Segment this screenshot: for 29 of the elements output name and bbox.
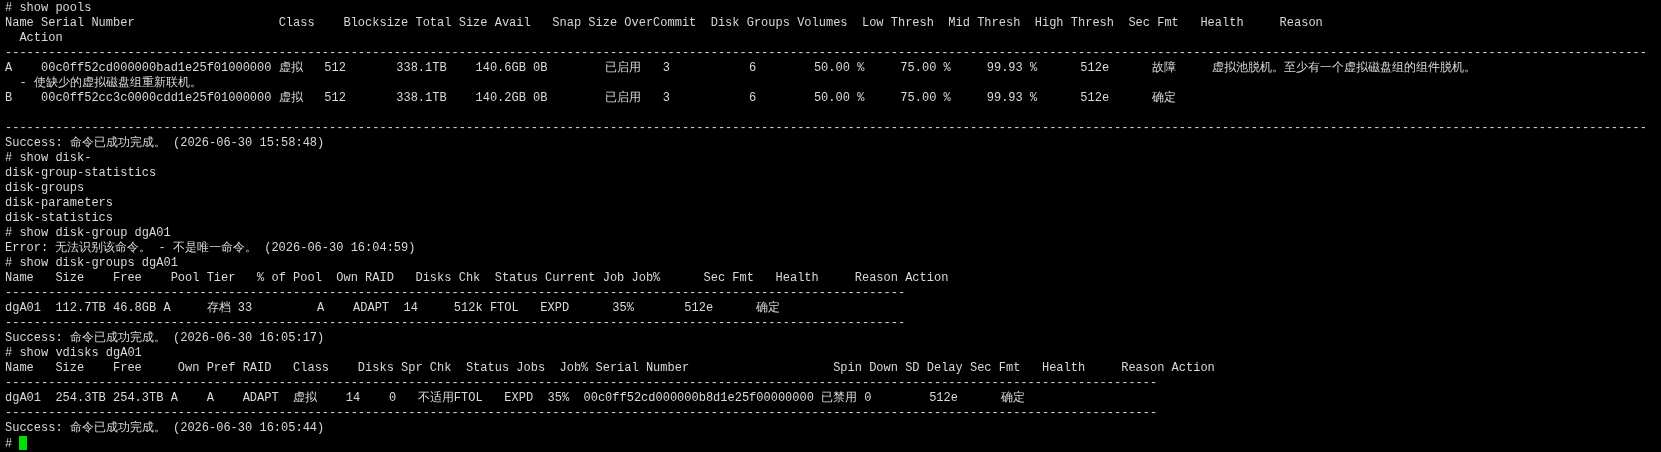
output-line: Success: 命令已成功完成。 (2026-06-30 16:05:44) xyxy=(5,421,325,435)
output-line: dgA01 254.3TB 254.3TB A A ADAPT 虚拟 14 0 不适用FTOL EXPD 35% 00c0ff52cd000000b8d1e25f00000000 已禁用 0 512e 确定 xyxy=(5,391,1026,405)
output-line: - 使缺少的虚拟磁盘组重新联机。 xyxy=(18,76,202,90)
output-line: Name Size Free Own Pref RAID Class Disks Spr Chk Status Jobs Job% Serial Number Spin Down SD Delay Sec Fmt Health Reason Action xyxy=(5,361,1215,375)
command-line: # show disk- xyxy=(5,151,92,165)
command-line: # show disk-group dgA01 xyxy=(5,226,171,240)
dashed-rule: ---------------------------------------------------------------------------------------------------------------------------------------------------------------- xyxy=(5,406,1158,420)
command-line: # show pools xyxy=(5,1,92,15)
output-line: dgA01 112.7TB 46.8GB A 存档 33 A ADAPT 14 512k FTOL EXPD 35% 512e 确定 xyxy=(5,301,781,315)
output-line: disk-groups xyxy=(5,181,85,195)
dashed-rule: ------------------------------------------------------------------------------------------------------------------------------------------------------------------------------------------------------------------------------------ xyxy=(5,121,1647,135)
dashed-rule: ----------------------------------------------------------------------------------------------------------------------------- xyxy=(5,316,906,330)
command-line: # show disk-groups dgA01 xyxy=(5,256,178,270)
dashed-rule: ------------------------------------------------------------------------------------------------------------------------------------------------------------------------------------------------------------------------------------ xyxy=(5,46,1647,60)
output-line: disk-statistics xyxy=(5,211,114,225)
dashed-rule: ---------------------------------------------------------------------------------------------------------------------------------------------------------------- xyxy=(5,376,1158,390)
output-line: Success: 命令已成功完成。 (2026-06-30 15:58:48) xyxy=(5,136,325,150)
output-line: Error: 无法识别该命令。 - 不是唯一命令。 (2026-06-30 16:04:59) xyxy=(5,241,416,255)
output-line: Action xyxy=(18,31,63,45)
output-line: disk-group-statistics xyxy=(5,166,157,180)
output-line: A 00c0ff52cd000000bad1e25f01000000 虚拟 512 338.1TB 140.6GB 0B 已启用 3 6 50.00 % 75.00 % 99.93 % 512e 故障 虚拟池脱机。至少有一个虚拟磁盘组的组件脱机。 xyxy=(5,61,1477,75)
prompt-line: # xyxy=(5,437,13,451)
dashed-rule: ----------------------------------------------------------------------------------------------------------------------------- xyxy=(5,286,906,300)
output-line: disk-parameters xyxy=(5,196,114,210)
output-line: Name Size Free Pool Tier % of Pool Own RAID Disks Chk Status Current Job Job% Sec Fmt Health Reason Action xyxy=(5,271,949,285)
output-line: Success: 命令已成功完成。 (2026-06-30 16:05:17) xyxy=(5,331,325,345)
command-line: # show vdisks dgA01 xyxy=(5,346,142,360)
output-line: Name Serial Number Class Blocksize Total Size Avail Snap Size OverCommit Disk Groups Volumes Low Thresh Mid Thresh High Thresh Sec Fmt Health Reason xyxy=(5,16,1323,30)
output-line: B 00c0ff52cc3c0000cdd1e25f01000000 虚拟 512 338.1TB 140.2GB 0B 已启用 3 6 50.00 % 75.00 % 99.93 % 512e 确定 xyxy=(5,91,1177,105)
